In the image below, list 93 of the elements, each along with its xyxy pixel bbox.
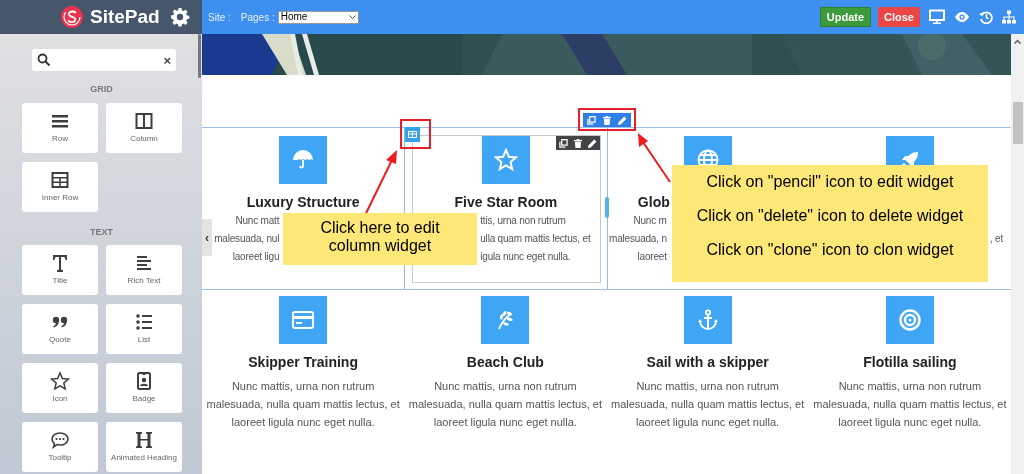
widget-tile[interactable]: Column [106, 102, 182, 153]
delete-icon[interactable] [574, 138, 582, 148]
widget-tile[interactable]: Animated Heading [106, 422, 182, 472]
card-text: Nunc mattis, urna non rutrum malesuada, nulla quam mattis lectus, et laoreet ligula nunc eget nulla. [610, 379, 806, 430]
tile-label: Title [52, 275, 68, 287]
scrollbar-thumb[interactable] [1012, 102, 1023, 144]
badge-icon [134, 371, 154, 391]
search-field[interactable]: × [32, 49, 176, 71]
arrow-up-icon[interactable] [1014, 39, 1021, 44]
widget-tile[interactable]: Inner Row [22, 161, 98, 212]
text-line: Nunc matt [235, 215, 280, 226]
widget-tile[interactable]: Icon [22, 363, 98, 413]
text-line: , et [989, 233, 1003, 244]
text-line: malesuada, nul [214, 233, 280, 244]
tile-label: Quote [49, 334, 71, 346]
history-icon[interactable] [979, 10, 993, 24]
card-text: Nunc mattis, urna non rutrum malesuada, nulla quam mattis lectus, et laoreet ligula nunc eget nulla. [205, 379, 401, 430]
arrow [638, 133, 671, 183]
pencil-icon[interactable] [588, 138, 597, 148]
callout-text: Click on "clone" icon to clon widget [706, 240, 954, 260]
tile-label: Row [52, 132, 68, 145]
logo-icon [60, 5, 84, 29]
widget-tile[interactable]: Tooltip [22, 422, 98, 472]
update-button[interactable]: Update [819, 7, 872, 27]
title-icon [50, 253, 70, 273]
text-line: laoreet ligu [232, 251, 280, 262]
clear-button[interactable]: × [163, 53, 171, 67]
callout-text: column widget [328, 237, 432, 255]
widget-tile[interactable]: Quote [22, 304, 98, 354]
sitemap-icon[interactable] [1002, 10, 1016, 24]
text-line: Nunc m [633, 215, 667, 226]
widget-tile[interactable]: Title [22, 245, 98, 295]
monitor-icon[interactable] [929, 9, 945, 25]
column-edit-button[interactable] [405, 127, 420, 142]
callout-text: Click here to edit [320, 219, 440, 237]
column-icon [134, 110, 154, 131]
tile-label: List [137, 334, 151, 346]
heading-icon [134, 430, 154, 450]
card-icon [291, 308, 316, 332]
callout-text: Click on "delete" icon to delete widget [696, 206, 964, 226]
tile-label: Icon [52, 393, 68, 405]
text-line: igula nunc eget nulla. [480, 251, 571, 262]
close-button[interactable]: Close [878, 7, 920, 27]
callout-text: Click on "pencil" icon to edit widget [706, 172, 954, 192]
page-select[interactable]: Home [277, 10, 359, 24]
widget-tile[interactable]: List [106, 304, 182, 354]
eye-icon[interactable] [954, 11, 970, 23]
widget-tile[interactable]: Badge [106, 363, 182, 413]
tile-label: Column [130, 132, 158, 145]
widget-tile[interactable]: Rich Text [106, 245, 182, 295]
target-icon [897, 308, 922, 332]
text-line: laoreet [637, 251, 667, 262]
collapse-button[interactable]: ‹ [202, 219, 212, 256]
card-title: Five Star Room [454, 194, 558, 210]
search-icon [37, 53, 51, 67]
column-icon [408, 131, 417, 138]
speech-bubble-icon [50, 430, 70, 450]
text-line: malesuada, n [609, 233, 667, 244]
highlight-frame [400, 119, 431, 149]
brand-name: SitePad [90, 4, 160, 29]
text-line: ttis, urna non rutrum [480, 215, 566, 226]
card-title: Luxury Structure [246, 194, 360, 210]
tile-label: Animated Heading [111, 452, 177, 464]
text-lines-icon [134, 253, 154, 273]
card-text: Nunc mattis, urna non rutrum malesuada, nulla quam mattis lectus, et laoreet ligula nunc eget nulla. [812, 379, 1008, 430]
pages-label: Pages : [240, 10, 275, 25]
clone-icon[interactable] [559, 138, 568, 148]
tile-label: Rich Text [127, 275, 161, 287]
tile-label: Badge [132, 393, 156, 405]
section-heading: TEXT [89, 225, 114, 239]
card-title: Beach Club [466, 353, 544, 372]
resize-handle[interactable] [605, 197, 609, 218]
section-heading: GRID [89, 83, 114, 96]
widget-tile[interactable]: Row [22, 102, 98, 153]
table-icon [50, 169, 70, 190]
list-icon [134, 312, 154, 332]
card-title: Skipper Training [248, 353, 358, 372]
card-title: Flotilla sailing [863, 353, 957, 372]
tile-label: Inner Row [41, 191, 79, 204]
highlight-frame [578, 108, 636, 131]
clone-icon[interactable] [586, 115, 596, 125]
settings-icon[interactable] [170, 7, 190, 27]
text-line: ulla quam mattis lectus, et [480, 233, 591, 244]
caret-icon [348, 14, 356, 20]
star-icon [50, 371, 70, 391]
star-icon [493, 148, 518, 172]
card-text: Nunc mattis, urna non rutrum malesuada, nulla quam mattis lectus, et laoreet ligula nunc eget nulla. [407, 379, 603, 430]
card-title: Glob [637, 194, 670, 210]
card-title: Sail with a skipper [646, 353, 769, 372]
anchor-icon [695, 308, 720, 332]
tile-label: Tooltip [48, 452, 72, 464]
scrollbar-thumb[interactable] [198, 34, 201, 78]
site-label: Site : [208, 10, 231, 25]
